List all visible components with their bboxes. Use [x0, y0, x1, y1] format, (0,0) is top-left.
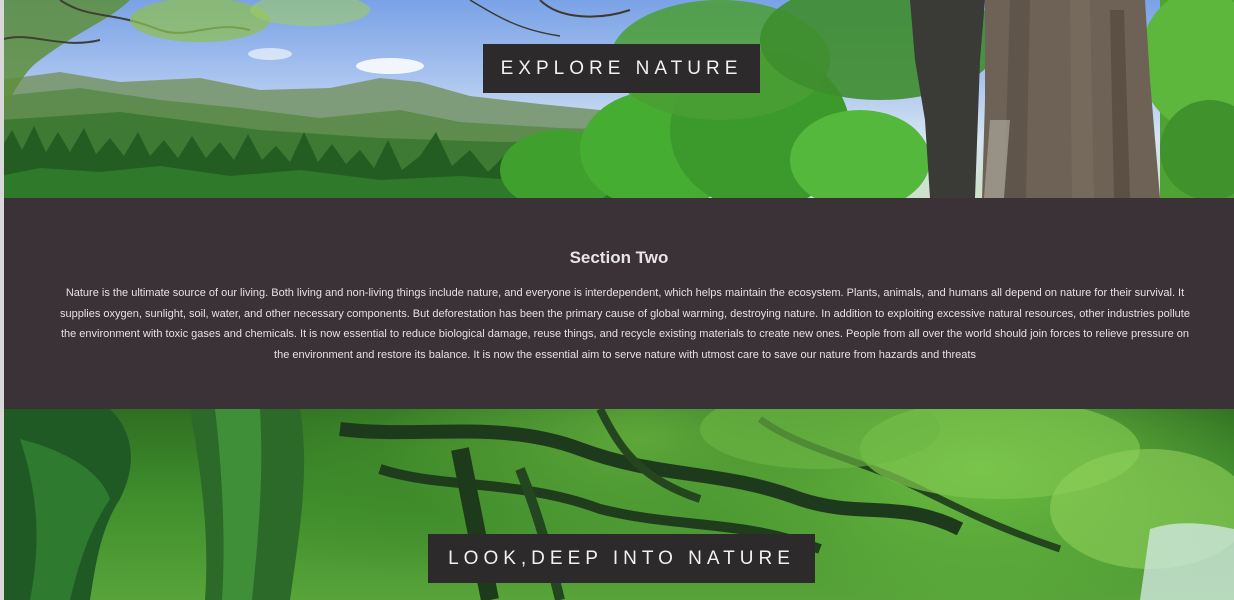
section-two: Section Two Nature is the ultimate sourc… — [4, 198, 1234, 409]
section-two-body: Nature is the ultimate source of our liv… — [60, 287, 1190, 361]
page-edge — [0, 0, 4, 600]
page: EXPLORE NATURE Section Two Nature is the… — [0, 0, 1234, 600]
landscape-illustration — [0, 0, 1234, 198]
look-deep-into-nature-banner: LOOK,DEEP INTO NATURE — [428, 534, 815, 583]
hero-explore-nature — [0, 0, 1234, 198]
section-two-heading: Section Two — [569, 248, 669, 267]
explore-nature-banner: EXPLORE NATURE — [483, 44, 760, 93]
